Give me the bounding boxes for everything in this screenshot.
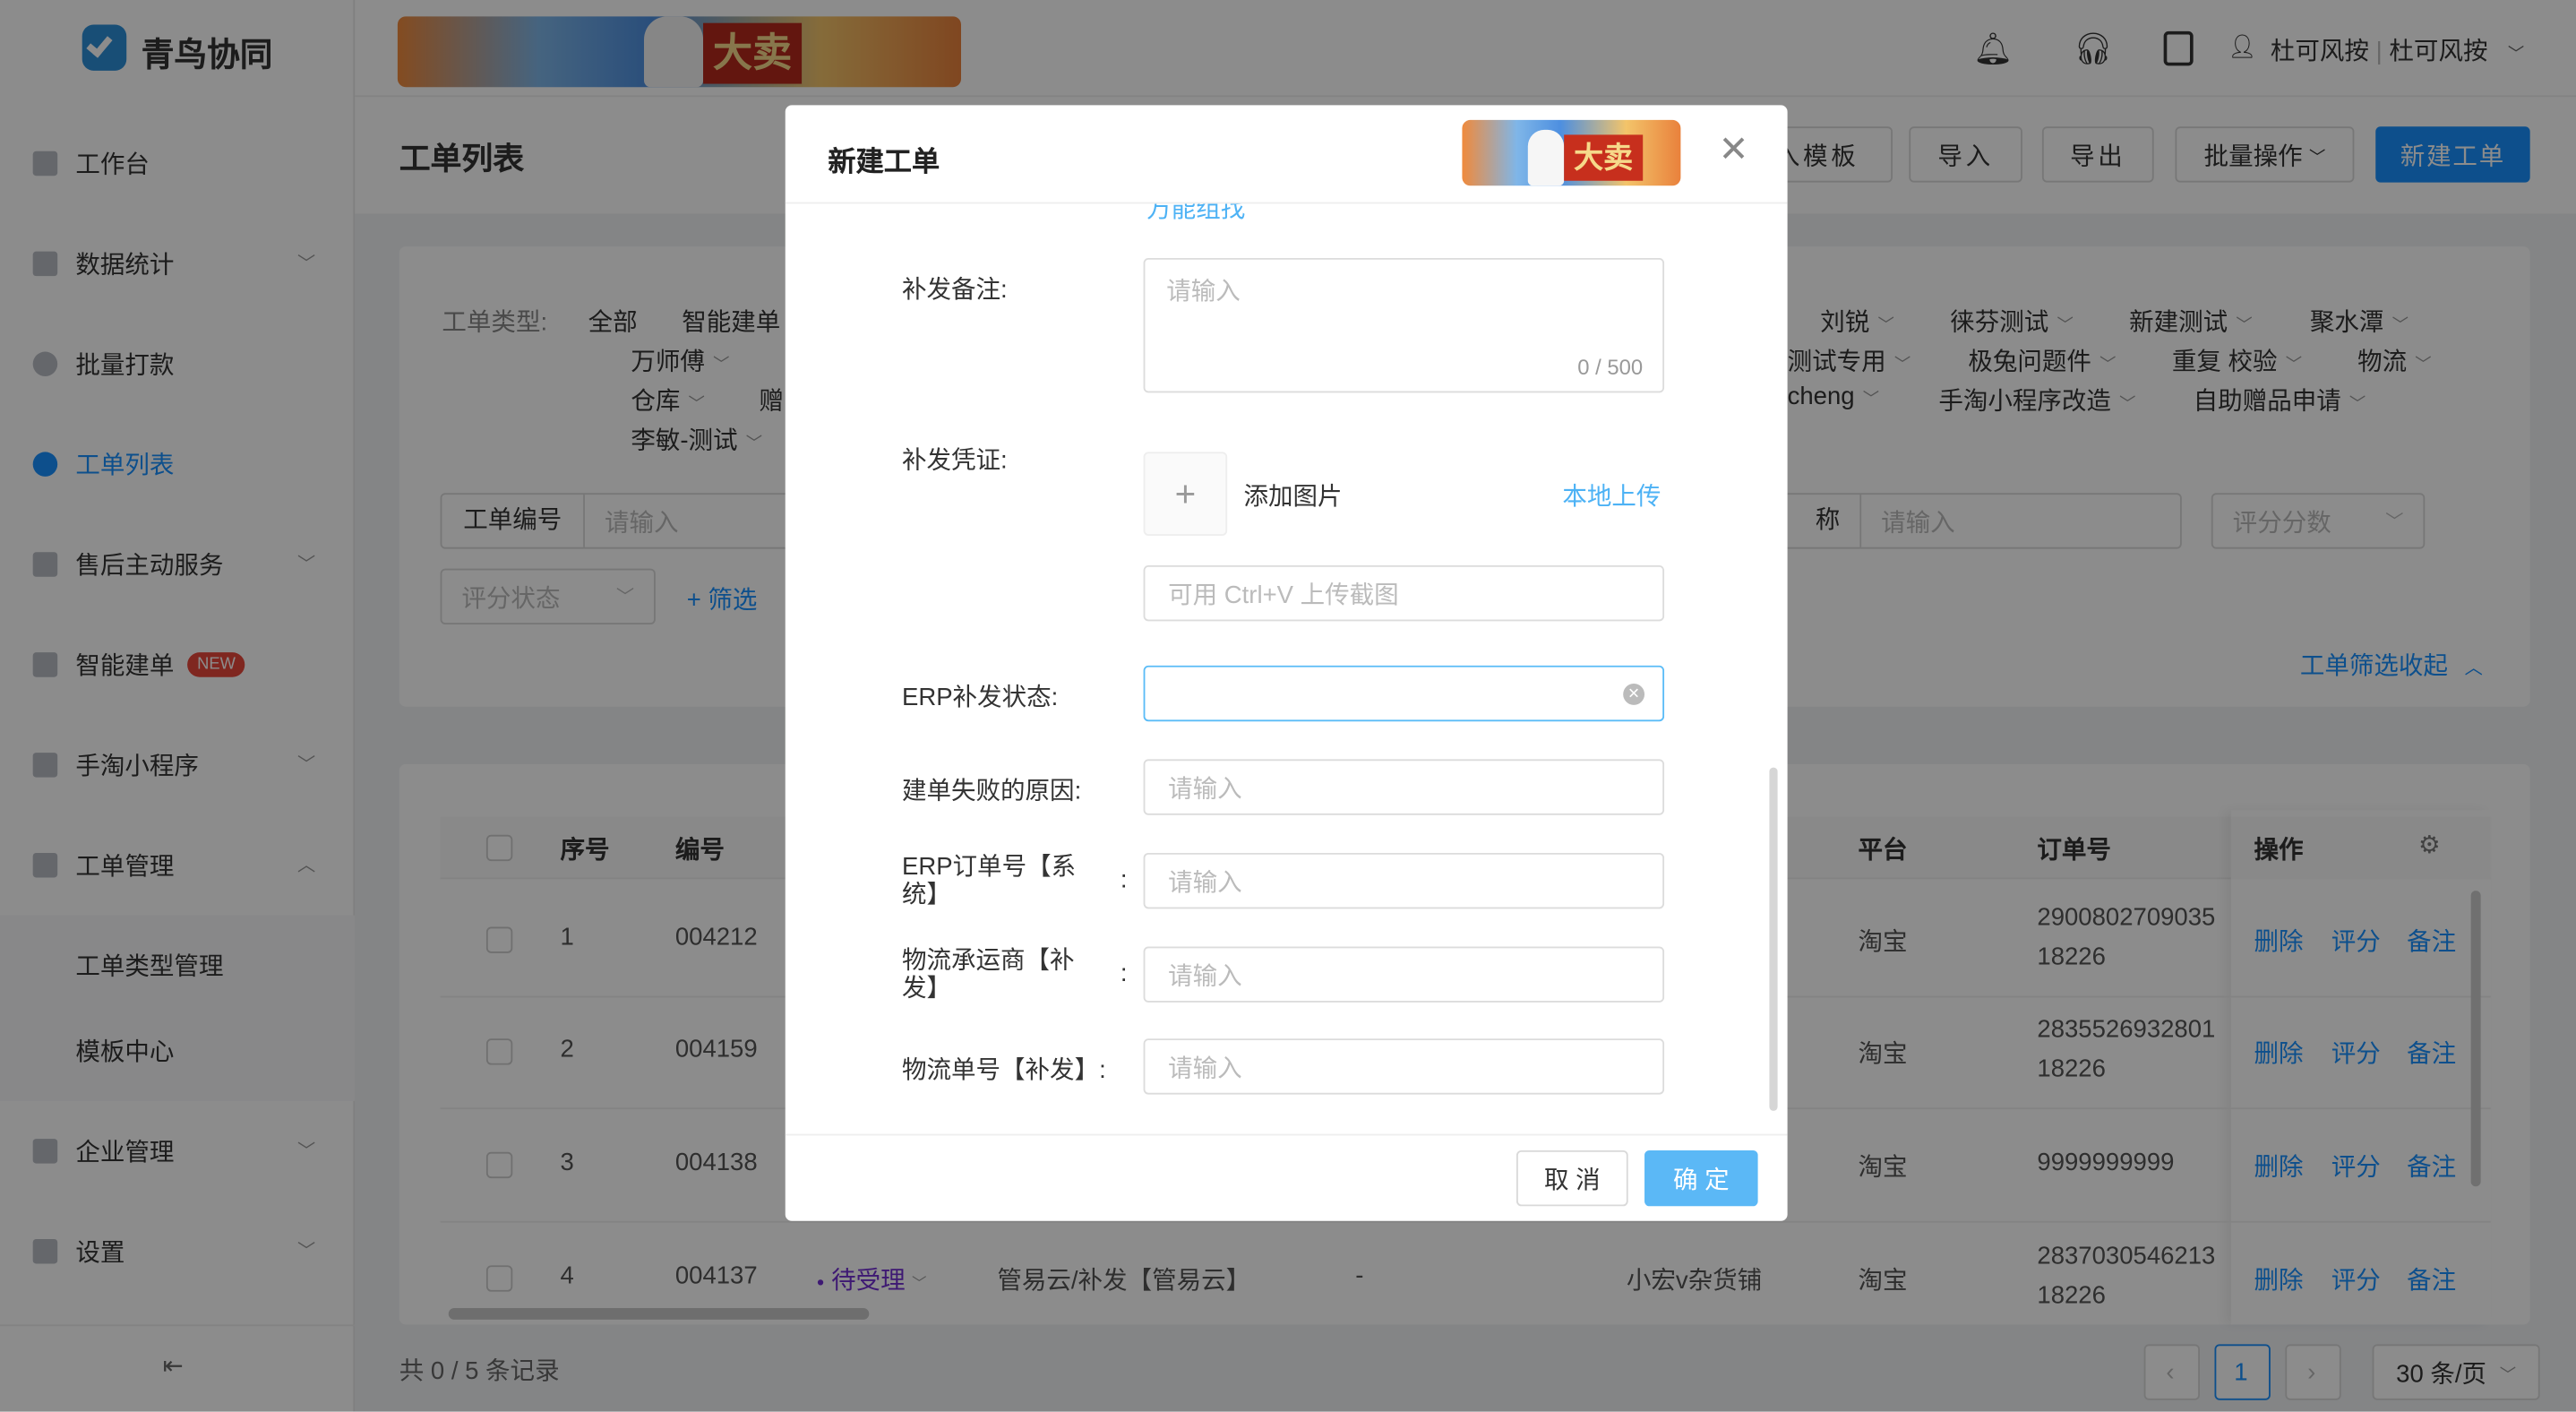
- placeholder: 请输入: [1166, 277, 1241, 306]
- cancel-button[interactable]: 取 消: [1516, 1149, 1628, 1207]
- paste-screenshot-input[interactable]: 可用 Ctrl+V 上传截图: [1143, 564, 1665, 622]
- label-colon: :: [1120, 960, 1128, 988]
- local-upload-link[interactable]: 本地上传: [1562, 478, 1661, 513]
- remark-label: 补发备注:: [901, 276, 1008, 305]
- char-count: 0 / 500: [1577, 355, 1644, 380]
- lucky-cat-icon: [1527, 129, 1565, 186]
- banner-text: 大卖: [1564, 134, 1644, 181]
- carrier-input[interactable]: 请输入: [1143, 946, 1665, 1003]
- fail-reason-input[interactable]: 请输入: [1143, 759, 1665, 815]
- label-colon: :: [1120, 865, 1128, 894]
- fail-reason-label: 建单失败的原因:: [901, 777, 1082, 805]
- create-ticket-modal: 新建工单 大卖 ✕ 万能组找 补发备注: 请输入 0 / 500 补发凭证: +…: [785, 105, 1788, 1221]
- erp-status-label: ERP补发状态:: [901, 684, 1059, 712]
- close-icon[interactable]: ✕: [1719, 131, 1749, 168]
- add-image-label: 添加图片: [1243, 483, 1343, 512]
- confirm-button[interactable]: 确 定: [1644, 1149, 1758, 1207]
- erp-order-input[interactable]: 请输入: [1143, 852, 1665, 909]
- clipped-link[interactable]: 万能组找: [1146, 203, 1245, 225]
- carrier-label: 物流承运商【补发】: [901, 946, 1075, 1003]
- modal-promo-banner[interactable]: 大卖: [1462, 119, 1681, 186]
- proof-label: 补发凭证:: [901, 446, 1008, 476]
- clear-icon[interactable]: ✕: [1623, 684, 1645, 705]
- remark-textarea[interactable]: 请输入 0 / 500: [1143, 257, 1665, 393]
- erp-status-select[interactable]: ✕: [1143, 665, 1665, 722]
- modal-title: 新建工单: [828, 146, 940, 178]
- erp-order-label: ERP订单号【系统】: [901, 852, 1077, 909]
- tracking-input[interactable]: 请输入: [1143, 1038, 1665, 1095]
- add-image-plus-icon[interactable]: +: [1143, 452, 1228, 536]
- tracking-label: 物流单号【补发】:: [901, 1056, 1106, 1085]
- modal-scrollbar[interactable]: [1769, 767, 1778, 1111]
- modal-body: 万能组找 补发备注: 请输入 0 / 500 补发凭证: + 添加图片 本地上传…: [786, 203, 1788, 1133]
